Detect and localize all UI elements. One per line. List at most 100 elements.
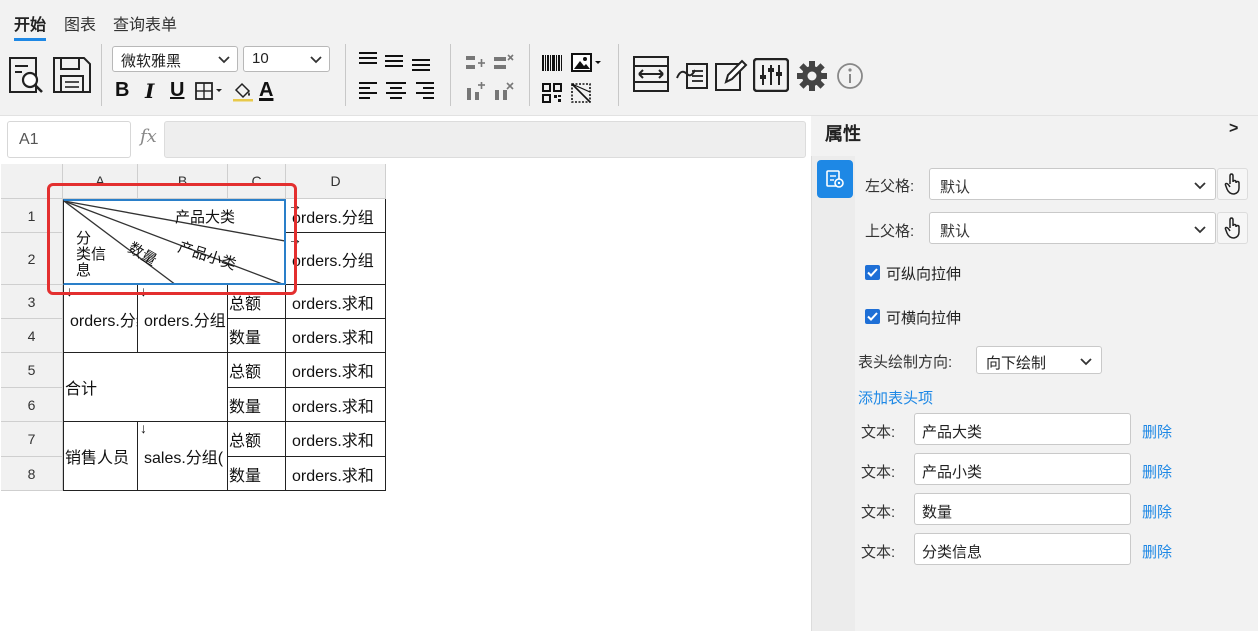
image-icon[interactable]: [571, 52, 603, 74]
toolbar-separator: [618, 44, 619, 106]
header-item-delete-link[interactable]: 删除: [1142, 461, 1172, 482]
formula-input[interactable]: [164, 121, 806, 158]
font-family-select[interactable]: 微软雅黑: [112, 46, 238, 72]
cell-b7[interactable]: ↓ sales.分组(: [138, 422, 228, 491]
cell-c8[interactable]: 数量: [228, 457, 286, 491]
insert-col-icon[interactable]: [464, 82, 486, 102]
sign-icon[interactable]: [675, 58, 709, 92]
border-icon[interactable]: [195, 81, 227, 101]
cell-c5[interactable]: 总额: [228, 353, 286, 388]
row-header-7[interactable]: 7: [1, 422, 63, 457]
cell-d8[interactable]: orders.求和: [286, 457, 386, 491]
chevron-down-icon: [1080, 358, 1092, 366]
top-parent-select[interactable]: 默认: [929, 212, 1216, 244]
cell-c7-text: 总额: [229, 433, 262, 450]
cell-d1[interactable]: → orders.分组: [286, 199, 386, 233]
row-header-1[interactable]: 1: [1, 199, 63, 233]
align-middle-icon[interactable]: [384, 53, 404, 69]
row-header-3[interactable]: 3: [1, 285, 63, 319]
italic-button[interactable]: I: [145, 79, 154, 103]
header-item-delete-link[interactable]: 删除: [1142, 421, 1172, 442]
vertical-stretch-checkbox[interactable]: [865, 265, 880, 280]
font-family-value: 微软雅黑: [121, 53, 182, 70]
cell-d5[interactable]: orders.求和: [286, 353, 386, 388]
left-parent-pick-button[interactable]: [1217, 168, 1248, 200]
cell-b3[interactable]: ↓ orders.分组: [138, 285, 228, 353]
tab-chart[interactable]: 图表: [64, 11, 96, 35]
properties-header: [811, 116, 1258, 156]
row-header-4[interactable]: 4: [1, 319, 63, 353]
preview-icon[interactable]: [8, 56, 46, 96]
align-left-icon[interactable]: [358, 81, 378, 101]
layout-icon[interactable]: [633, 56, 669, 92]
sliders-icon[interactable]: [753, 58, 789, 92]
row-header-8[interactable]: 8: [1, 457, 63, 491]
header-item-label: 文本:: [861, 544, 896, 561]
align-bottom-icon[interactable]: [411, 56, 431, 72]
cell-properties-tab[interactable]: [817, 160, 853, 198]
delete-col-icon[interactable]: [492, 82, 514, 102]
column-header-b[interactable]: B: [138, 164, 228, 199]
collapse-panel-button[interactable]: >: [1229, 120, 1238, 138]
slash-header-icon[interactable]: [571, 83, 591, 103]
header-item-delete-link[interactable]: 删除: [1142, 541, 1172, 562]
edit-icon[interactable]: [714, 58, 748, 92]
cell-c6[interactable]: 数量: [228, 388, 286, 422]
column-header-d[interactable]: D: [286, 164, 386, 199]
underline-button[interactable]: U: [170, 79, 184, 102]
cell-a3[interactable]: ↓ orders.分组: [63, 285, 138, 353]
cell-c4[interactable]: 数量: [228, 319, 286, 353]
font-size-select[interactable]: 10: [243, 46, 330, 72]
align-top-icon[interactable]: [358, 51, 378, 67]
row-header-2[interactable]: 2: [1, 233, 63, 285]
draw-direction-select[interactable]: 向下绘制: [976, 346, 1102, 374]
cell-a7[interactable]: 销售人员: [63, 422, 138, 491]
header-item-input[interactable]: 产品小类: [914, 453, 1131, 485]
add-header-item-link[interactable]: 添加表头项: [858, 387, 933, 408]
toolbar-separator: [529, 44, 530, 106]
column-header-a[interactable]: A: [63, 164, 138, 199]
cell-c3[interactable]: 总额: [228, 285, 286, 319]
header-item-delete-link[interactable]: 删除: [1142, 501, 1172, 522]
top-parent-label: 上父格:: [865, 223, 915, 240]
info-icon[interactable]: [836, 62, 864, 90]
delete-row-icon[interactable]: [492, 53, 514, 73]
cell-d6[interactable]: orders.求和: [286, 388, 386, 422]
horizontal-stretch-checkbox[interactable]: [865, 309, 880, 324]
slash-header-cell[interactable]: 产品大类 产品小类 数量 分 类信 息: [63, 199, 286, 285]
insert-row-icon[interactable]: [464, 53, 486, 73]
tab-start[interactable]: 开始: [14, 11, 47, 41]
row-header-5[interactable]: 5: [1, 353, 63, 388]
top-parent-pick-button[interactable]: [1217, 212, 1248, 244]
header-item-input[interactable]: 产品大类: [914, 413, 1131, 445]
qrcode-icon[interactable]: [542, 83, 562, 103]
cell-d7[interactable]: orders.求和: [286, 422, 386, 457]
cell-reference-box[interactable]: A1: [7, 121, 131, 158]
cell-d3[interactable]: orders.求和: [286, 285, 386, 319]
cell-b7-text: sales.分组(: [144, 450, 224, 467]
cell-c6-text: 数量: [229, 398, 262, 416]
expand-down-arrow: ↓: [66, 285, 73, 299]
gear-icon[interactable]: [796, 60, 828, 92]
font-color-button[interactable]: A: [259, 79, 273, 102]
grid-corner[interactable]: [1, 164, 63, 199]
left-parent-label: 左父格:: [865, 178, 915, 195]
cell-c7[interactable]: 总额: [228, 422, 286, 457]
cell-a5[interactable]: 合计: [63, 353, 228, 422]
vertical-stretch-label: 可纵向拉伸: [886, 266, 962, 283]
fill-color-icon[interactable]: [232, 80, 254, 102]
barcode-icon[interactable]: [541, 54, 563, 72]
header-item-input[interactable]: 分类信息: [914, 533, 1131, 565]
left-parent-select[interactable]: 默认: [929, 168, 1216, 200]
save-icon[interactable]: [52, 56, 92, 94]
column-header-c[interactable]: C: [228, 164, 286, 199]
align-center-icon[interactable]: [385, 81, 407, 101]
chevron-down-icon: [218, 56, 230, 64]
row-header-6[interactable]: 6: [1, 388, 63, 422]
cell-d2[interactable]: → orders.分组: [286, 233, 386, 285]
cell-d4[interactable]: orders.求和: [286, 319, 386, 353]
header-item-input[interactable]: 数量: [914, 493, 1131, 525]
bold-button[interactable]: B: [115, 79, 129, 102]
tab-query-form[interactable]: 查询表单: [113, 11, 177, 35]
align-right-icon[interactable]: [415, 81, 435, 101]
